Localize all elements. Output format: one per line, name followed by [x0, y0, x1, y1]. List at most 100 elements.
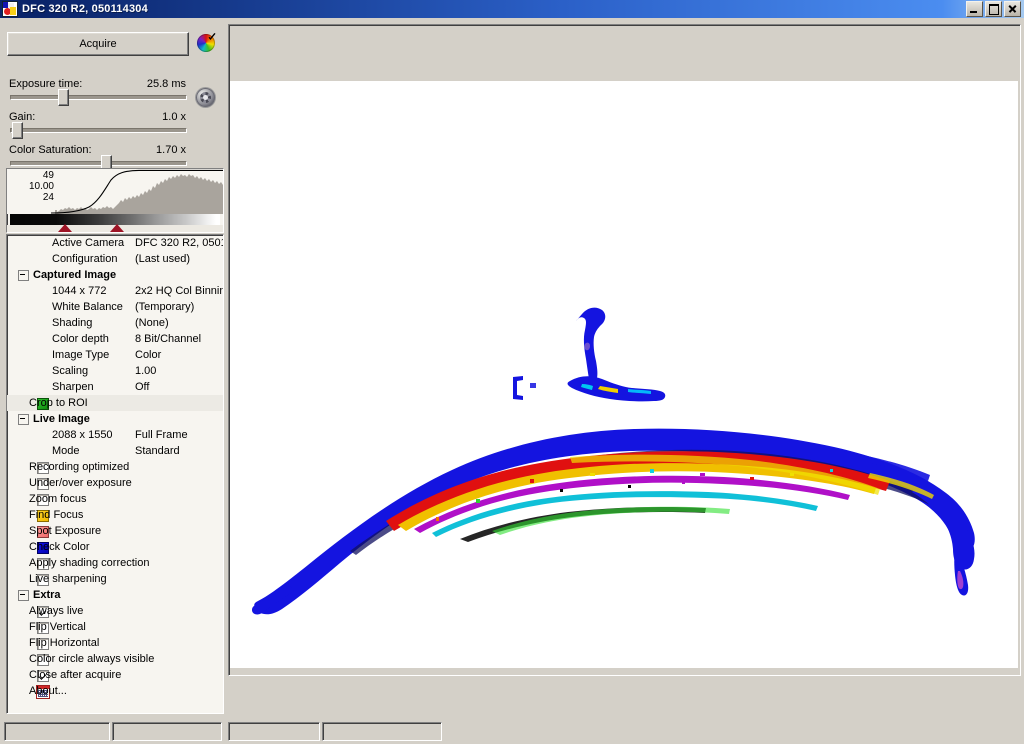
minimize-button[interactable] — [966, 1, 983, 17]
slider-value-exposure-time: 25.8 ms — [146, 78, 186, 90]
live-image-canvas[interactable] — [230, 81, 1018, 668]
tree-row-color-depth[interactable]: Color depth 8 Bit/Channel — [7, 331, 223, 347]
camera-app-icon — [2, 1, 18, 17]
tree-row-check-color[interactable]: Check Color — [7, 539, 223, 555]
tree-row-shading[interactable]: Shading (None) — [7, 315, 223, 331]
tree-row-extra[interactable]: Extra — [7, 587, 223, 603]
tree-value-white-balance: (Temporary) — [135, 301, 195, 313]
tree-label-extra: Extra — [33, 589, 61, 601]
tree-value-color-depth: 8 Bit/Channel — [135, 333, 202, 345]
tree-label-find-focus: Find Focus — [29, 509, 84, 521]
tree-row-recording-optimized[interactable]: Recording optimized — [7, 459, 223, 475]
tree-row-white-balance[interactable]: White Balance (Temporary) — [7, 299, 223, 315]
histogram-panel[interactable]: 49 10.00 24 — [6, 168, 224, 233]
tree-value-1044-x-772: 2x2 HQ Col Binning — [135, 285, 224, 297]
tree-row-mode[interactable]: Mode Standard — [7, 443, 223, 459]
histogram-white-point-marker[interactable] — [110, 224, 125, 232]
tree-row-scaling[interactable]: Scaling 1.00 — [7, 363, 223, 379]
tree-row-zoom-focus[interactable]: Zoom focus — [7, 491, 223, 507]
tree-row-find-focus[interactable]: Find Focus — [7, 507, 223, 523]
tree-label-recording-optimized: Recording optimized — [29, 461, 130, 473]
tree-row-active-camera[interactable]: Active Camera DFC 320 R2, 0501 — [7, 235, 223, 251]
tree-row-always-live[interactable]: Always live — [7, 603, 223, 619]
title-bar[interactable]: DFC 320 R2, 050114304 — [0, 0, 1024, 18]
status-cell-2[interactable] — [228, 722, 320, 741]
tree-label-active-camera: Active Camera — [52, 237, 125, 249]
property-tree[interactable]: Active Camera DFC 320 R2, 0501 Configurati… — [6, 234, 224, 714]
tree-label-configuration: Configuration — [52, 253, 118, 265]
tree-label-always-live: Always live — [29, 605, 84, 617]
histogram-bars — [55, 174, 223, 214]
tree-label-image-type: Image Type — [52, 349, 110, 361]
slider-gain[interactable]: Gain: 1.0 x — [0, 111, 228, 144]
acquire-row: Acquire — [0, 32, 228, 60]
status-cell-3[interactable] — [322, 722, 442, 741]
tree-label-2088-x-1550: 2088 x 1550 — [52, 429, 113, 441]
restore-button[interactable] — [985, 1, 1002, 17]
tree-label-crop-to-roi: Crop to ROI — [29, 397, 88, 409]
tree-row-flip-vertical[interactable]: Flip Vertical — [7, 619, 223, 635]
slider-label-color-saturation: Color Saturation: — [9, 144, 92, 156]
tree-row-2088-x-1550[interactable]: 2088 x 1550 Full Frame — [7, 427, 223, 443]
tree-label-flip-vertical: Flip Vertical — [29, 621, 86, 633]
tree-label-mode: Mode — [52, 445, 80, 457]
tree-label-under-over-exposure: Under/over exposure — [29, 477, 132, 489]
tree-label-live-image: Live Image — [33, 413, 90, 425]
slider-track-gain[interactable] — [10, 128, 187, 133]
tree-value-mode: Standard — [135, 445, 180, 457]
tree-label-shading: Shading — [52, 317, 93, 329]
tree-row-about[interactable]: About... — [7, 683, 223, 699]
tree-row-crop-to-roi[interactable]: Crop to ROI — [7, 395, 223, 411]
collapse-icon-captured-image[interactable] — [18, 270, 29, 281]
tree-label-live-sharpening: Live sharpening — [29, 573, 107, 585]
slider-value-gain: 1.0 x — [162, 111, 186, 123]
tree-label-zoom-focus: Zoom focus — [29, 493, 87, 505]
slider-label-exposure-time: Exposure time: — [9, 78, 83, 90]
color-wheel-icon[interactable] — [197, 34, 215, 52]
tree-row-color-circle-always-visible[interactable]: Color circle always visible — [7, 651, 223, 667]
tree-row-live-sharpening[interactable]: Live sharpening — [7, 571, 223, 587]
slider-group: Exposure time: 25.8 ms Gain: 1.0 x Color Sat… — [0, 78, 228, 177]
tree-label-color-circle-always-visible: Color circle always visible — [29, 653, 155, 665]
application-window: DFC 320 R2, 050114304 Acquire Exposure t… — [0, 0, 1024, 744]
image-viewer[interactable] — [228, 24, 1021, 676]
tree-row-flip-horizontal[interactable]: Flip Horizontal — [7, 635, 223, 651]
window-controls — [966, 1, 1021, 17]
tree-value-image-type: Color — [135, 349, 162, 361]
tree-row-sharpen[interactable]: Sharpen Off — [7, 379, 223, 395]
tree-row-captured-image[interactable]: Captured Image — [7, 267, 223, 283]
tree-row-under-over-exposure[interactable]: Under/over exposure — [7, 475, 223, 491]
histogram-label-0: 49 — [42, 170, 54, 181]
tree-value-scaling: 1.00 — [135, 365, 157, 377]
tree-value-2088-x-1550: Full Frame — [135, 429, 188, 441]
slider-track-color-saturation[interactable] — [10, 161, 187, 166]
slider-thumb-exposure-time[interactable] — [58, 89, 70, 106]
tree-label-apply-shading-correction: Apply shading correction — [29, 557, 150, 569]
specimen-image — [230, 81, 1018, 668]
collapse-icon-live-image[interactable] — [18, 414, 29, 425]
close-button[interactable] — [1004, 1, 1021, 17]
tree-label-close-after-acquire: Close after acquire — [29, 669, 122, 681]
collapse-icon-extra[interactable] — [18, 590, 29, 601]
histogram-labels: 49 10.00 24 — [10, 170, 54, 203]
slider-track-exposure-time[interactable] — [10, 95, 187, 100]
tree-row-close-after-acquire[interactable]: Close after acquire — [7, 667, 223, 683]
tree-label-check-color: Check Color — [29, 541, 90, 553]
tree-row-configuration[interactable]: Configuration (Last used) — [7, 251, 223, 267]
tree-label-sharpen: Sharpen — [52, 381, 94, 393]
histogram-black-point-marker[interactable] — [57, 224, 72, 232]
window-title: DFC 320 R2, 050114304 — [22, 3, 148, 15]
slider-thumb-gain[interactable] — [11, 122, 23, 139]
tree-row-spot-exposure[interactable]: Spot Exposure — [7, 523, 223, 539]
status-cell-0[interactable] — [4, 722, 110, 741]
tree-label-spot-exposure: Spot Exposure — [29, 525, 102, 537]
tree-row-live-image[interactable]: Live Image — [7, 411, 223, 427]
tree-label-scaling: Scaling — [52, 365, 89, 377]
acquire-button[interactable]: Acquire — [7, 32, 189, 56]
status-cell-1[interactable] — [112, 722, 222, 741]
status-bar — [0, 718, 1024, 744]
slider-exposure-time[interactable]: Exposure time: 25.8 ms — [0, 78, 228, 111]
tree-row-image-type[interactable]: Image Type Color — [7, 347, 223, 363]
tree-row-1044-x-772[interactable]: 1044 x 772 2x2 HQ Col Binning — [7, 283, 223, 299]
tree-row-apply-shading-correction[interactable]: Apply shading correction — [7, 555, 223, 571]
